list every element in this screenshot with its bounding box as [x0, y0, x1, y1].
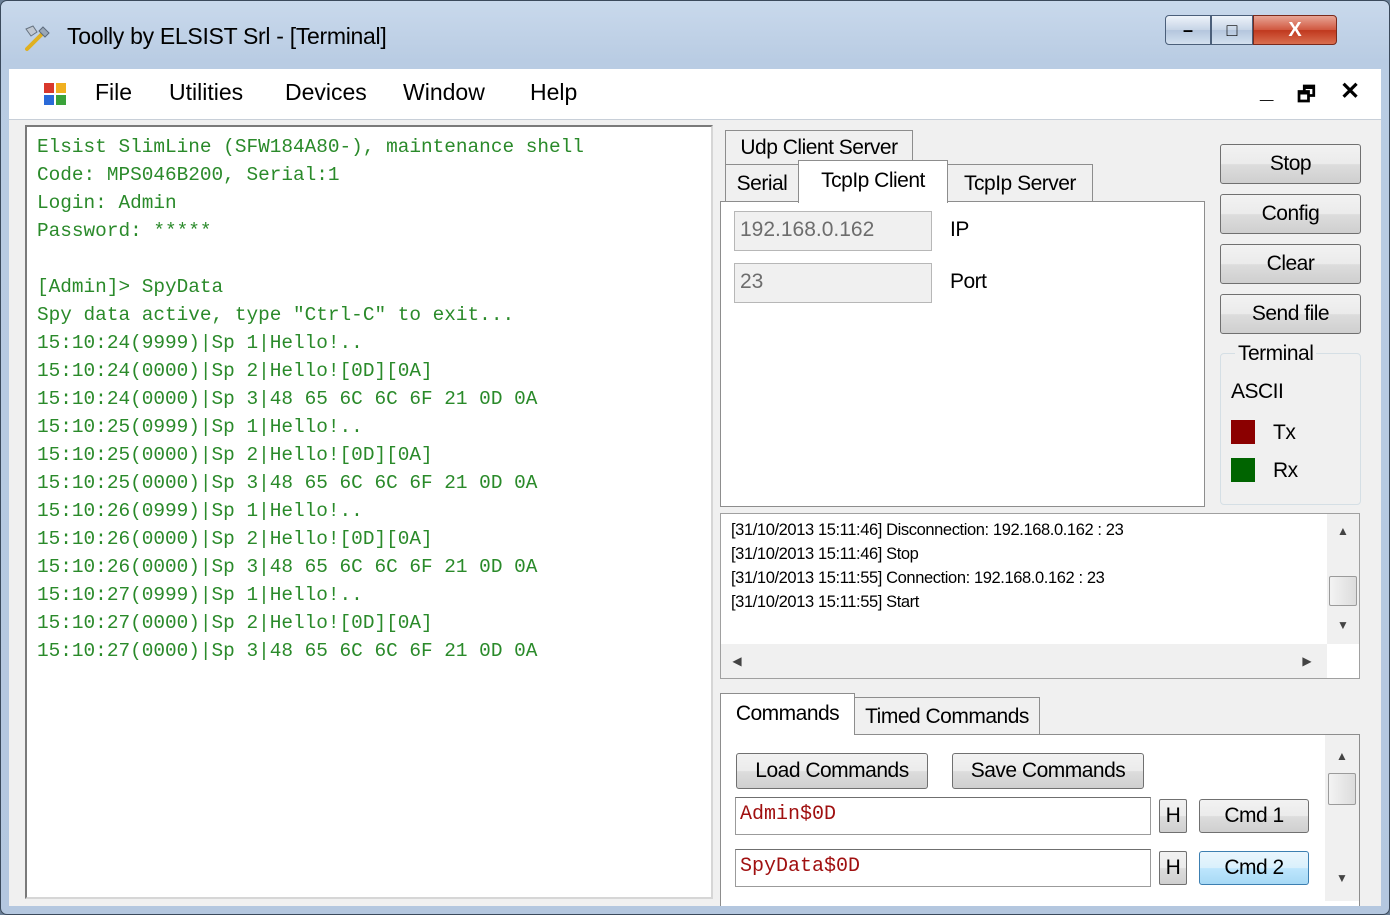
- tab-tcpip-client[interactable]: TcpIp Client: [798, 160, 948, 203]
- port-input[interactable]: 23: [734, 263, 932, 303]
- tab-serial[interactable]: Serial: [725, 164, 799, 202]
- terminal-line: 15:10:26(0000)|Sp 2|Hello![0D][0A]: [37, 528, 433, 550]
- close-icon: X: [1288, 19, 1302, 41]
- terminal-line: Password: *****: [37, 220, 212, 242]
- scroll-down-icon[interactable]: ▼: [1327, 618, 1359, 632]
- terminal-line: Code: MPS046B200, Serial:1: [37, 164, 340, 186]
- ip-label: IP: [950, 218, 969, 241]
- scroll-down-icon[interactable]: ▼: [1325, 871, 1359, 885]
- tab-label: TcpIp Server: [964, 172, 1076, 195]
- title-bar[interactable]: Toolly by ELSIST Srl - [Terminal] – □ X: [1, 1, 1389, 69]
- tab-tcpip-server[interactable]: TcpIp Server: [947, 164, 1093, 202]
- config-button[interactable]: Config: [1220, 194, 1361, 234]
- command-2-send-button[interactable]: Cmd 2: [1199, 851, 1309, 885]
- scroll-left-icon[interactable]: ◀: [729, 654, 745, 668]
- terminal-line: 15:10:25(0999)|Sp 1|Hello!..: [37, 416, 363, 438]
- terminal-line: 15:10:26(0999)|Sp 1|Hello!..: [37, 500, 363, 522]
- port-label: Port: [950, 270, 987, 293]
- event-log[interactable]: [31/10/2013 15:11:46] Disconnection: 192…: [720, 513, 1360, 679]
- window-title: Toolly by ELSIST Srl - [Terminal]: [67, 23, 387, 49]
- terminal-line: [Admin]> SpyData: [37, 276, 224, 298]
- terminal-line: 15:10:27(0000)|Sp 3|48 65 6C 6C 6F 21 0D…: [37, 640, 538, 662]
- command-1-send-button[interactable]: Cmd 1: [1199, 799, 1309, 833]
- load-commands-button[interactable]: Load Commands: [736, 753, 928, 789]
- mdi-restore-icon[interactable]: 🗗: [1297, 80, 1316, 114]
- log-scroll-thumb[interactable]: [1329, 576, 1357, 606]
- terminal-line: 15:10:24(9999)|Sp 1|Hello!..: [37, 332, 363, 354]
- terminal-output[interactable]: Elsist SlimLine (SFW184A80-), maintenanc…: [25, 125, 713, 899]
- tx-label: Tx: [1273, 421, 1296, 444]
- tab-label: Serial: [736, 172, 788, 195]
- mdi-minimize-icon[interactable]: _: [1260, 77, 1273, 105]
- scroll-right-icon[interactable]: ▶: [1299, 654, 1315, 668]
- terminal-group-title: Terminal: [1235, 342, 1317, 366]
- command-1-input[interactable]: Admin$0D: [735, 797, 1151, 835]
- menu-bar: File Utilities Devices Window Help _ 🗗 ✕: [9, 69, 1381, 120]
- tab-label: TcpIp Client: [821, 169, 925, 192]
- command-1-hex-button[interactable]: H: [1159, 799, 1187, 833]
- rx-indicator: [1231, 458, 1255, 482]
- terminal-line: 15:10:27(0000)|Sp 2|Hello![0D][0A]: [37, 612, 433, 634]
- caption-buttons: – □ X: [1165, 15, 1375, 45]
- tab-label: Commands: [735, 702, 840, 725]
- terminal-line: 15:10:25(0000)|Sp 3|48 65 6C 6C 6F 21 0D…: [37, 472, 538, 494]
- menu-window[interactable]: Window: [403, 79, 485, 106]
- menu-file[interactable]: File: [95, 79, 132, 106]
- minimize-icon: –: [1182, 20, 1193, 40]
- terminal-mode-label: ASCII: [1231, 380, 1284, 403]
- terminal-line: Spy data active, type "Ctrl-C" to exit..…: [37, 304, 515, 326]
- log-line: [31/10/2013 15:11:55] Connection: 192.16…: [731, 569, 1105, 587]
- terminal-line: Login: Admin: [37, 192, 177, 214]
- ip-input[interactable]: 192.168.0.162: [734, 211, 932, 251]
- tab-commands[interactable]: Commands: [720, 693, 855, 735]
- send-file-button[interactable]: Send file: [1220, 294, 1361, 334]
- commands-scroll-thumb[interactable]: [1328, 773, 1356, 805]
- mdi-child-icon[interactable]: [43, 82, 67, 106]
- terminal-line: 15:10:24(0000)|Sp 3|48 65 6C 6C 6F 21 0D…: [37, 388, 538, 410]
- app-window: Toolly by ELSIST Srl - [Terminal] – □ X …: [0, 0, 1390, 915]
- stop-button[interactable]: Stop: [1220, 144, 1361, 184]
- terminal-group: Terminal ASCII Tx Rx: [1220, 342, 1361, 505]
- commands-panel: Load Commands Save Commands Admin$0D H C…: [720, 734, 1360, 906]
- save-commands-button[interactable]: Save Commands: [952, 753, 1144, 789]
- terminal-line: 15:10:27(0999)|Sp 1|Hello!..: [37, 584, 363, 606]
- menu-utilities[interactable]: Utilities: [169, 79, 243, 106]
- log-line: [31/10/2013 15:11:55] Start: [731, 593, 919, 611]
- close-button[interactable]: X: [1253, 15, 1337, 45]
- tcpip-client-panel: 192.168.0.162 IP 23 Port: [720, 201, 1205, 507]
- scroll-up-icon[interactable]: ▲: [1325, 749, 1359, 763]
- terminal-line: 15:10:25(0000)|Sp 2|Hello![0D][0A]: [37, 444, 433, 466]
- tab-udp-client-server[interactable]: Udp Client Server: [725, 130, 913, 164]
- maximize-button[interactable]: □: [1211, 15, 1253, 45]
- log-horizontal-scrollbar[interactable]: ◀ ▶: [721, 644, 1327, 678]
- menu-help[interactable]: Help: [530, 79, 577, 106]
- tx-indicator: [1231, 420, 1255, 444]
- terminal-line: 15:10:26(0000)|Sp 3|48 65 6C 6C 6F 21 0D…: [37, 556, 538, 578]
- minimize-button[interactable]: –: [1165, 15, 1211, 45]
- log-vertical-scrollbar[interactable]: ▲ ▼: [1327, 514, 1359, 644]
- clear-button[interactable]: Clear: [1220, 244, 1361, 284]
- toolly-app-icon: [25, 25, 50, 51]
- maximize-icon: □: [1226, 20, 1238, 40]
- terminal-line: Elsist SlimLine (SFW184A80-), maintenanc…: [37, 136, 584, 158]
- rx-label: Rx: [1273, 459, 1298, 482]
- menu-devices[interactable]: Devices: [285, 79, 367, 106]
- tab-label: Timed Commands: [865, 705, 1029, 728]
- command-2-input[interactable]: SpyData$0D: [735, 849, 1151, 887]
- commands-vertical-scrollbar[interactable]: ▲ ▼: [1325, 735, 1359, 901]
- command-2-hex-button[interactable]: H: [1159, 851, 1187, 885]
- log-line: [31/10/2013 15:11:46] Stop: [731, 545, 919, 563]
- scroll-up-icon[interactable]: ▲: [1327, 524, 1359, 538]
- tab-timed-commands[interactable]: Timed Commands: [854, 697, 1040, 735]
- terminal-line: 15:10:24(0000)|Sp 2|Hello![0D][0A]: [37, 360, 433, 382]
- log-line: [31/10/2013 15:11:46] Disconnection: 192…: [731, 521, 1124, 539]
- mdi-close-icon[interactable]: ✕: [1340, 77, 1360, 106]
